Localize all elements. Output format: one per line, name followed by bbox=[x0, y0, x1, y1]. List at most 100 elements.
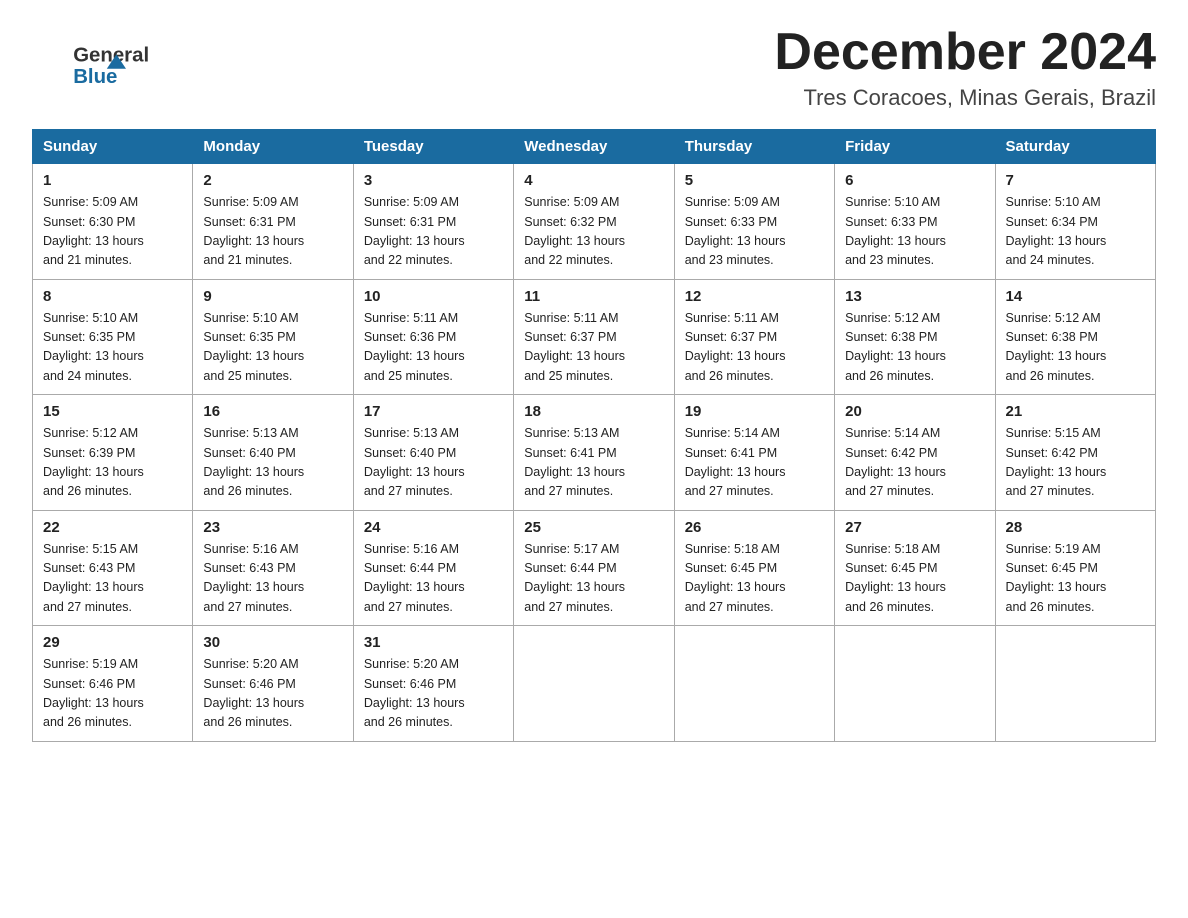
calendar-week-4: 22 Sunrise: 5:15 AMSunset: 6:43 PMDayligh… bbox=[33, 510, 1156, 626]
calendar-cell: 2 Sunrise: 5:09 AMSunset: 6:31 PMDaylight… bbox=[193, 164, 353, 280]
calendar-cell: 19 Sunrise: 5:14 AMSunset: 6:41 PMDayligh… bbox=[674, 395, 834, 511]
day-number: 27 bbox=[845, 519, 984, 536]
day-info: Sunrise: 5:12 AMSunset: 6:38 PMDaylight:… bbox=[845, 309, 984, 387]
day-info: Sunrise: 5:10 AMSunset: 6:33 PMDaylight:… bbox=[845, 193, 984, 271]
day-number: 19 bbox=[685, 403, 824, 420]
calendar-cell: 4Sunrise: 5:09 AMSunset: 6:32 PMDaylight… bbox=[514, 164, 674, 280]
day-info: Sunrise: 5:11 AMSunset: 6:37 PMDaylight:… bbox=[685, 309, 824, 387]
day-number: 28 bbox=[1006, 519, 1145, 536]
day-number: 20 bbox=[845, 403, 984, 420]
page-header: General Blue December 2024 Tres Coracoes… bbox=[32, 24, 1156, 111]
day-number: 8 bbox=[43, 288, 182, 305]
calendar-cell: 13 Sunrise: 5:12 AMSunset: 6:38 PMDayligh… bbox=[835, 279, 995, 395]
day-info: Sunrise: 5:11 AMSunset: 6:37 PMDaylight:… bbox=[524, 309, 663, 387]
day-number: 25 bbox=[524, 519, 663, 536]
day-number: 21 bbox=[1006, 403, 1145, 420]
day-info: Sunrise: 5:18 AMSunset: 6:45 PMDaylight:… bbox=[845, 540, 984, 618]
day-number: 16 bbox=[203, 403, 342, 420]
day-info: Sunrise: 5:10 AMSunset: 6:34 PMDaylight:… bbox=[1006, 193, 1145, 271]
day-info: Sunrise: 5:15 AMSunset: 6:42 PMDaylight:… bbox=[1006, 424, 1145, 502]
day-info: Sunrise: 5:19 AMSunset: 6:46 PMDaylight:… bbox=[43, 655, 182, 733]
day-number: 10 bbox=[364, 288, 503, 305]
calendar-cell: 31 Sunrise: 5:20 AMSunset: 6:46 PMDayligh… bbox=[353, 626, 513, 742]
day-info: Sunrise: 5:12 AMSunset: 6:39 PMDaylight:… bbox=[43, 424, 182, 502]
calendar-week-5: 29 Sunrise: 5:19 AMSunset: 6:46 PMDayligh… bbox=[33, 626, 1156, 742]
calendar-cell: 6 Sunrise: 5:10 AMSunset: 6:33 PMDaylight… bbox=[835, 164, 995, 280]
day-info: Sunrise: 5:13 AMSunset: 6:41 PMDaylight:… bbox=[524, 424, 663, 502]
svg-text:Blue: Blue bbox=[73, 66, 117, 88]
day-number: 11 bbox=[524, 288, 663, 305]
location-title: Tres Coracoes, Minas Gerais, Brazil bbox=[774, 85, 1156, 111]
day-info: Sunrise: 5:14 AMSunset: 6:41 PMDaylight:… bbox=[685, 424, 824, 502]
weekday-header-wednesday: Wednesday bbox=[514, 130, 674, 164]
calendar-cell: 10 Sunrise: 5:11 AMSunset: 6:36 PMDayligh… bbox=[353, 279, 513, 395]
day-info: Sunrise: 5:13 AMSunset: 6:40 PMDaylight:… bbox=[203, 424, 342, 502]
day-number: 7 bbox=[1006, 172, 1145, 189]
calendar-cell: 8 Sunrise: 5:10 AMSunset: 6:35 PMDaylight… bbox=[33, 279, 193, 395]
day-info: Sunrise: 5:18 AMSunset: 6:45 PMDaylight:… bbox=[685, 540, 824, 618]
calendar-cell bbox=[835, 626, 995, 742]
weekday-header-sunday: Sunday bbox=[33, 130, 193, 164]
weekday-header-friday: Friday bbox=[835, 130, 995, 164]
calendar-cell: 24 Sunrise: 5:16 AMSunset: 6:44 PMDayligh… bbox=[353, 510, 513, 626]
day-number: 13 bbox=[845, 288, 984, 305]
weekday-header-thursday: Thursday bbox=[674, 130, 834, 164]
calendar-cell: 7 Sunrise: 5:10 AMSunset: 6:34 PMDaylight… bbox=[995, 164, 1155, 280]
day-info: Sunrise: 5:09 AMSunset: 6:31 PMDaylight:… bbox=[203, 193, 342, 271]
weekday-header-saturday: Saturday bbox=[995, 130, 1155, 164]
weekday-header-monday: Monday bbox=[193, 130, 353, 164]
calendar-cell: 23Sunrise: 5:16 AMSunset: 6:43 PMDayligh… bbox=[193, 510, 353, 626]
day-number: 23 bbox=[203, 519, 342, 536]
day-number: 24 bbox=[364, 519, 503, 536]
calendar-cell: 22 Sunrise: 5:15 AMSunset: 6:43 PMDayligh… bbox=[33, 510, 193, 626]
calendar-cell bbox=[514, 626, 674, 742]
month-title: December 2024 bbox=[774, 24, 1156, 81]
day-number: 6 bbox=[845, 172, 984, 189]
day-number: 1 bbox=[43, 172, 182, 189]
calendar-week-2: 8 Sunrise: 5:10 AMSunset: 6:35 PMDaylight… bbox=[33, 279, 1156, 395]
day-info: Sunrise: 5:14 AMSunset: 6:42 PMDaylight:… bbox=[845, 424, 984, 502]
calendar-cell: 17 Sunrise: 5:13 AMSunset: 6:40 PMDayligh… bbox=[353, 395, 513, 511]
day-info: Sunrise: 5:09 AMSunset: 6:31 PMDaylight:… bbox=[364, 193, 503, 271]
calendar-title-area: December 2024 Tres Coracoes, Minas Gerai… bbox=[774, 24, 1156, 111]
calendar-cell: 26 Sunrise: 5:18 AMSunset: 6:45 PMDayligh… bbox=[674, 510, 834, 626]
day-info: Sunrise: 5:17 AMSunset: 6:44 PMDaylight:… bbox=[524, 540, 663, 618]
day-info: Sunrise: 5:10 AMSunset: 6:35 PMDaylight:… bbox=[43, 309, 182, 387]
day-info: Sunrise: 5:11 AMSunset: 6:36 PMDaylight:… bbox=[364, 309, 503, 387]
calendar-cell bbox=[995, 626, 1155, 742]
day-number: 12 bbox=[685, 288, 824, 305]
day-number: 26 bbox=[685, 519, 824, 536]
day-number: 29 bbox=[43, 634, 182, 651]
day-info: Sunrise: 5:15 AMSunset: 6:43 PMDaylight:… bbox=[43, 540, 182, 618]
calendar-cell: 16 Sunrise: 5:13 AMSunset: 6:40 PMDayligh… bbox=[193, 395, 353, 511]
day-number: 18 bbox=[524, 403, 663, 420]
general-blue-logo-icon: General Blue bbox=[32, 28, 172, 88]
calendar-week-1: 1 Sunrise: 5:09 AMSunset: 6:30 PMDaylight… bbox=[33, 164, 1156, 280]
day-info: Sunrise: 5:10 AMSunset: 6:35 PMDaylight:… bbox=[203, 309, 342, 387]
calendar-cell: 1 Sunrise: 5:09 AMSunset: 6:30 PMDaylight… bbox=[33, 164, 193, 280]
calendar-cell: 11 Sunrise: 5:11 AMSunset: 6:37 PMDayligh… bbox=[514, 279, 674, 395]
day-info: Sunrise: 5:09 AMSunset: 6:32 PMDaylight:… bbox=[524, 193, 663, 271]
calendar-cell: 18 Sunrise: 5:13 AMSunset: 6:41 PMDayligh… bbox=[514, 395, 674, 511]
day-number: 22 bbox=[43, 519, 182, 536]
day-info: Sunrise: 5:13 AMSunset: 6:40 PMDaylight:… bbox=[364, 424, 503, 502]
day-number: 15 bbox=[43, 403, 182, 420]
calendar-week-3: 15 Sunrise: 5:12 AMSunset: 6:39 PMDayligh… bbox=[33, 395, 1156, 511]
day-info: Sunrise: 5:20 AMSunset: 6:46 PMDaylight:… bbox=[364, 655, 503, 733]
day-number: 3 bbox=[364, 172, 503, 189]
day-number: 17 bbox=[364, 403, 503, 420]
calendar-cell: 29 Sunrise: 5:19 AMSunset: 6:46 PMDayligh… bbox=[33, 626, 193, 742]
calendar-cell: 30Sunrise: 5:20 AMSunset: 6:46 PMDayligh… bbox=[193, 626, 353, 742]
day-info: Sunrise: 5:19 AMSunset: 6:45 PMDaylight:… bbox=[1006, 540, 1145, 618]
day-info: Sunrise: 5:09 AMSunset: 6:33 PMDaylight:… bbox=[685, 193, 824, 271]
calendar-table: SundayMondayTuesdayWednesdayThursdayFrid… bbox=[32, 129, 1156, 742]
day-number: 31 bbox=[364, 634, 503, 651]
day-number: 9 bbox=[203, 288, 342, 305]
calendar-cell: 27 Sunrise: 5:18 AMSunset: 6:45 PMDayligh… bbox=[835, 510, 995, 626]
calendar-cell: 12 Sunrise: 5:11 AMSunset: 6:37 PMDayligh… bbox=[674, 279, 834, 395]
calendar-cell: 3 Sunrise: 5:09 AMSunset: 6:31 PMDaylight… bbox=[353, 164, 513, 280]
day-number: 2 bbox=[203, 172, 342, 189]
day-info: Sunrise: 5:09 AMSunset: 6:30 PMDaylight:… bbox=[43, 193, 182, 271]
day-info: Sunrise: 5:16 AMSunset: 6:44 PMDaylight:… bbox=[364, 540, 503, 618]
logo: General Blue bbox=[32, 24, 174, 88]
